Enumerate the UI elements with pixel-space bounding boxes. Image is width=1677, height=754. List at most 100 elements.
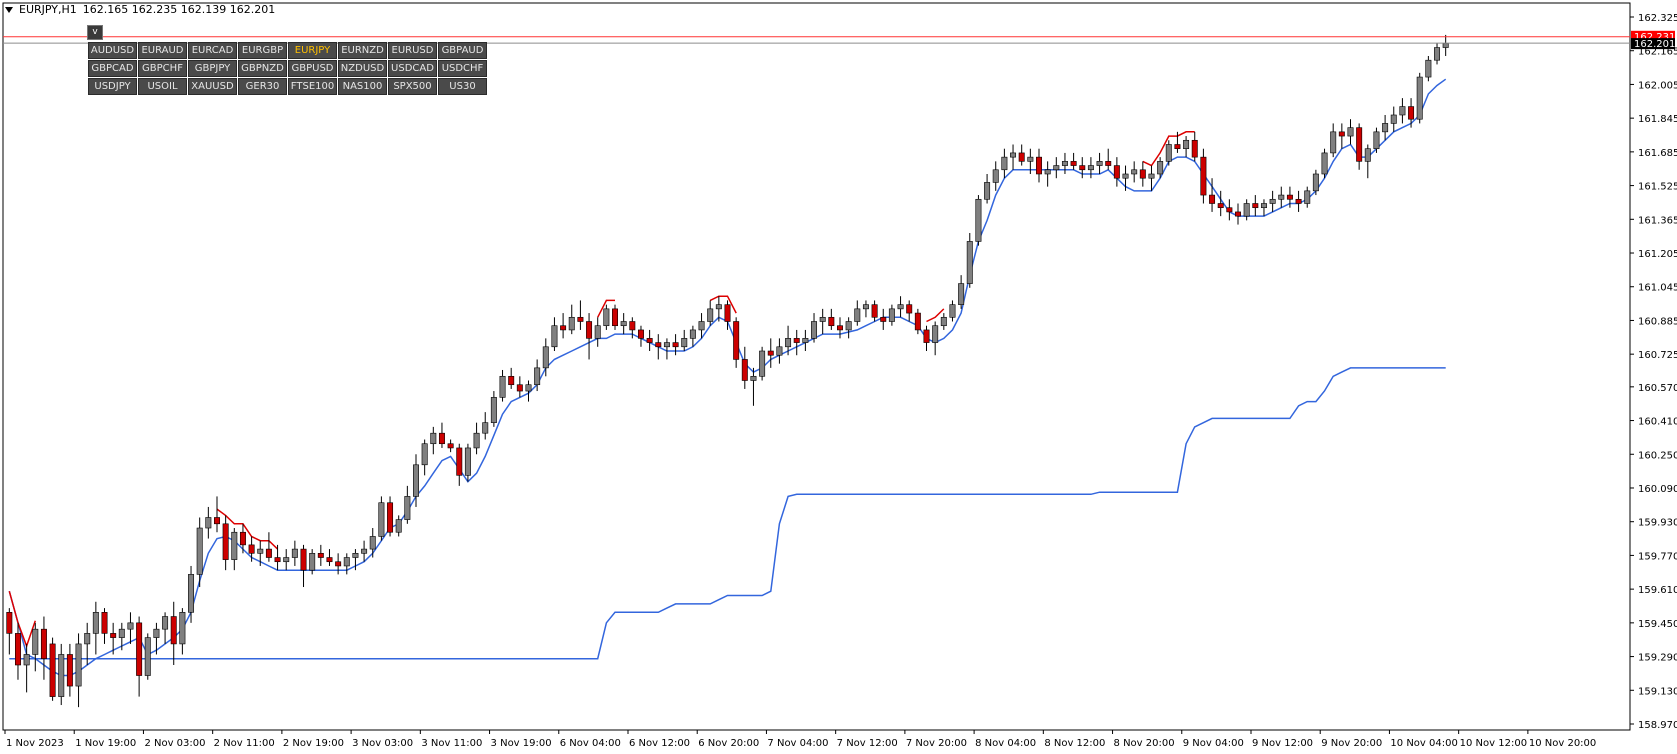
candle-body	[845, 321, 852, 331]
candle-body	[741, 359, 748, 381]
candle-body	[1139, 169, 1146, 179]
symbol-button-eurnzd[interactable]: EURNZD	[338, 42, 387, 59]
candle-body	[1364, 148, 1371, 162]
symbol-button-usdjpy[interactable]: USDJPY	[88, 78, 137, 95]
candle-body	[724, 304, 731, 322]
y-tick-label: 162.325	[1638, 13, 1677, 24]
symbol-button-ger30[interactable]: GER30	[238, 78, 287, 95]
candle	[1416, 72, 1423, 124]
symbol-button-eurcad[interactable]: EURCAD	[188, 42, 237, 59]
candle-body	[490, 397, 497, 423]
candle-body	[136, 622, 143, 676]
candle-body	[248, 544, 255, 554]
x-tick-label: 6 Nov 20:00	[698, 738, 759, 749]
candle-body	[1382, 123, 1389, 133]
candle-body	[14, 633, 21, 666]
y-tick-label: 161.365	[1638, 215, 1677, 226]
y-tick-label: 161.525	[1638, 182, 1677, 193]
symbol-button-usdchf[interactable]: USDCHF	[438, 60, 487, 77]
symbol-button-ftse100[interactable]: FTSE100	[288, 78, 337, 95]
candle-body	[551, 325, 558, 348]
symbol-button-gbpjpy[interactable]: GBPJPY	[188, 60, 237, 77]
x-tick-label: 6 Nov 04:00	[560, 738, 621, 749]
y-tick-label: 160.725	[1638, 350, 1677, 361]
candle-body	[473, 432, 480, 449]
symbol-button-euraud[interactable]: EURAUD	[138, 42, 187, 59]
candle-body	[992, 169, 999, 183]
candle-body	[309, 553, 316, 571]
candle-body	[40, 628, 47, 659]
candle-body	[456, 447, 463, 476]
symbol-button-usoil[interactable]: USOIL	[138, 78, 187, 95]
candle-body	[984, 182, 991, 200]
candle-body	[542, 346, 549, 369]
candle-body	[1356, 127, 1363, 162]
symbol-button-gbpcad[interactable]: GBPCAD	[88, 60, 137, 77]
candle-body	[871, 304, 878, 318]
candle	[759, 346, 766, 381]
symbol-button-spx500[interactable]: SPX500	[388, 78, 437, 95]
candle-body	[188, 574, 195, 613]
candle-body	[1113, 165, 1120, 179]
x-tick-label: 9 Nov 20:00	[1321, 738, 1382, 749]
symbol-button-nas100[interactable]: NAS100	[338, 78, 387, 95]
symbol-switcher-panel: AUDUSD EURAUD EURCAD EURGBP EURJPY EURNZD EURU…	[88, 42, 487, 95]
symbol-button-xauusd[interactable]: XAUUSD	[188, 78, 237, 95]
candle-body	[413, 464, 419, 497]
candle-body	[663, 342, 670, 348]
candle	[1321, 148, 1328, 179]
candle-body	[707, 308, 714, 322]
price-chart[interactable]: 162.325162.165162.005161.845161.685161.5…	[0, 0, 1677, 754]
candle-body	[785, 338, 792, 348]
chart-header: EURJPY,H1 162.165 162.235 162.139 162.20…	[5, 3, 275, 16]
candle-body	[153, 628, 160, 638]
candle-body	[940, 316, 947, 327]
x-tick-label: 10 Nov 12:00	[1460, 738, 1527, 749]
candle-body	[1373, 131, 1380, 150]
symbol-button-gbpaud[interactable]: GBPAUD	[438, 42, 487, 59]
candle-body	[387, 502, 394, 533]
candle-body	[239, 531, 246, 546]
symbol-button-nzdusd[interactable]: NZDUSD	[338, 60, 387, 77]
candle	[144, 633, 151, 680]
candle-body	[888, 308, 895, 322]
symbol-button-audusd[interactable]: AUDUSD	[88, 42, 137, 59]
candle-body	[438, 432, 445, 445]
candle-body	[958, 283, 965, 305]
candle-body	[1010, 152, 1017, 158]
candle-body	[1330, 131, 1337, 154]
x-tick-label: 2 Nov 03:00	[144, 738, 205, 749]
symbol-button-eurjpy[interactable]: EURJPY	[288, 42, 337, 59]
candle-body	[1018, 152, 1025, 162]
y-tick-label: 159.610	[1638, 585, 1677, 596]
candle-body	[1312, 173, 1319, 192]
candle-body	[421, 443, 428, 466]
collapse-panel-button[interactable]: v	[87, 25, 103, 40]
candle-body	[300, 548, 307, 571]
candle-body	[1269, 198, 1276, 204]
candle-body	[525, 384, 532, 392]
candle-body	[447, 443, 454, 449]
candle	[966, 232, 973, 288]
candle-body	[949, 304, 956, 318]
candle-body	[906, 304, 913, 314]
symbol-button-gbpchf[interactable]: GBPCHF	[138, 60, 187, 77]
symbol-button-eurgbp[interactable]: EURGBP	[238, 42, 287, 59]
symbol-button-eurusd[interactable]: EURUSD	[388, 42, 437, 59]
candle-body	[1096, 161, 1103, 166]
symbol-button-usdcad[interactable]: USDCAD	[388, 60, 437, 77]
candle-body	[1183, 139, 1190, 150]
candle-body	[560, 325, 567, 331]
symbol-button-gbpusd[interactable]: GBPUSD	[288, 60, 337, 77]
candle-body	[698, 321, 705, 331]
candle-body	[1027, 156, 1034, 162]
candle-body	[196, 527, 203, 575]
symbol-button-us30[interactable]: US30	[438, 78, 487, 95]
y-tick-label: 160.885	[1638, 316, 1677, 327]
candle-body	[6, 612, 13, 634]
symbol-button-gbpnzd[interactable]: GBPNZD	[238, 60, 287, 77]
x-tick-label: 7 Nov 12:00	[837, 738, 898, 749]
candle-body	[395, 519, 402, 533]
y-tick-label: 161.205	[1638, 249, 1677, 260]
candle-body	[1209, 194, 1216, 204]
